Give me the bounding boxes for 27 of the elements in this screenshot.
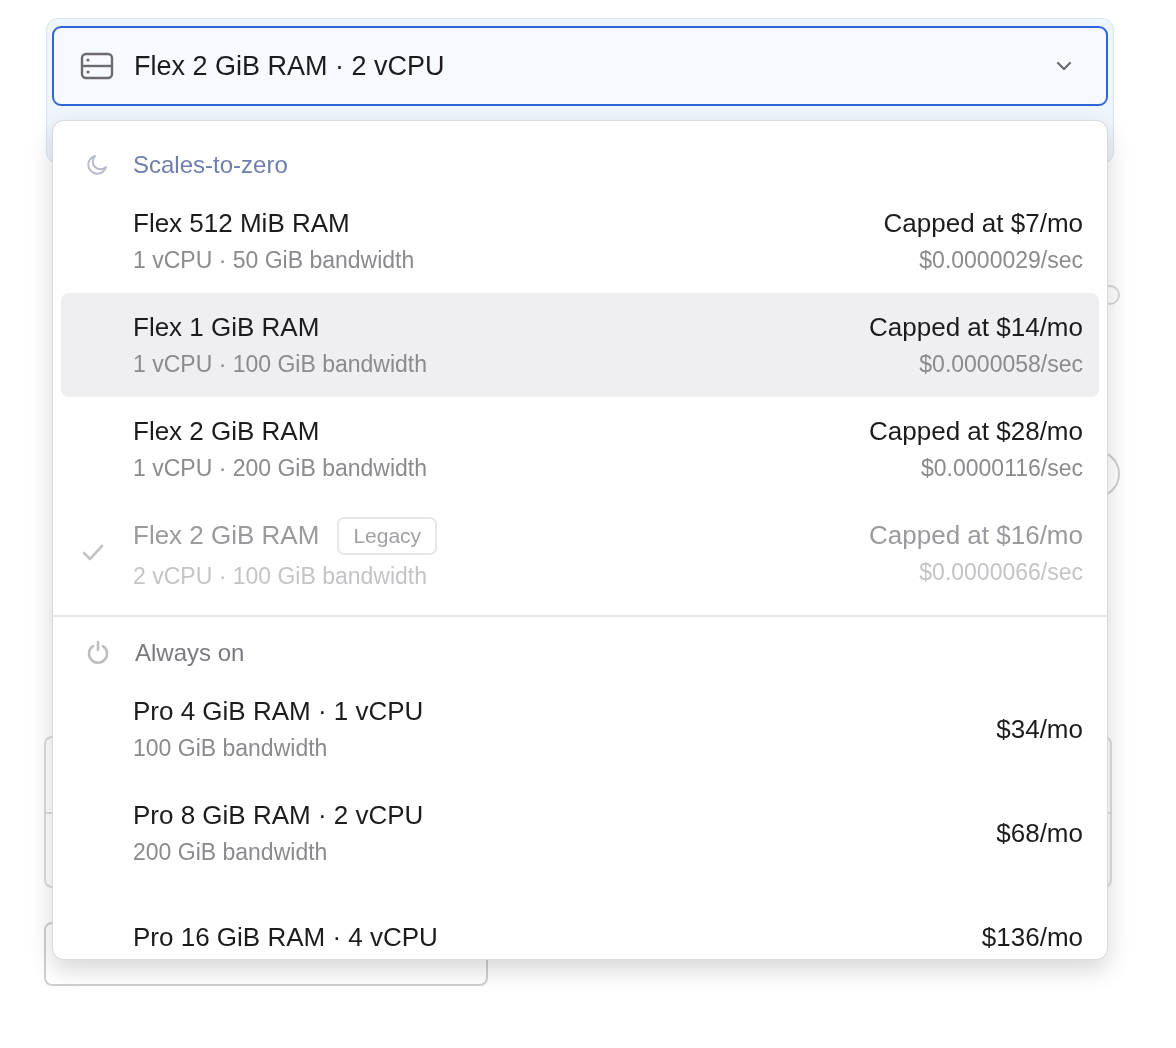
plan-price: $68/mo [996, 817, 1083, 849]
plan-details: 1 vCPU · 50 GiB bandwidth [133, 247, 416, 274]
plan-price: Capped at $14/mo [869, 312, 1083, 343]
plan-name: Pro 16 GiB RAM · 4 vCPU [133, 921, 438, 953]
group-heading: Always on [135, 639, 245, 667]
per-second-rate: $0.0000029/sec [919, 247, 1083, 274]
plan-details: 100 GiB bandwidth [133, 735, 329, 762]
per-second-rate: $0.0000066/sec [919, 559, 1083, 586]
plan-details: 1 vCPU · 200 GiB bandwidth [133, 455, 429, 482]
plan-name: Flex 512 MiB RAM [133, 208, 350, 239]
plan-name: Flex 2 GiB RAM [133, 520, 320, 551]
per-second-rate: $0.0000058/sec [919, 351, 1083, 378]
plan-price: Capped at $16/mo [869, 520, 1083, 551]
plan-name: Flex 1 GiB RAM [133, 312, 320, 343]
group-heading: Scales-to-zero [133, 151, 288, 179]
plan-details: 1 vCPU · 100 GiB bandwidth [133, 351, 429, 378]
per-second-rate: $0.0000116/sec [921, 455, 1083, 482]
plan-name: Flex 2 GiB RAM [133, 416, 320, 447]
legacy-badge: Legacy [337, 516, 438, 555]
plan-price: $136/mo [981, 921, 1083, 953]
plan-details: 200 GiB bandwidth [133, 839, 329, 866]
plan-price: $34/mo [996, 713, 1083, 745]
plan-name: Pro 8 GiB RAM · 2 vCPU [133, 800, 424, 831]
plan-price: Capped at $28/mo [869, 416, 1083, 447]
plan-name: Pro 4 GiB RAM · 1 vCPU [133, 696, 424, 727]
plan-price: Capped at $7/mo [883, 208, 1083, 239]
plan-details: 2 vCPU · 100 GiB bandwidth [133, 562, 429, 590]
